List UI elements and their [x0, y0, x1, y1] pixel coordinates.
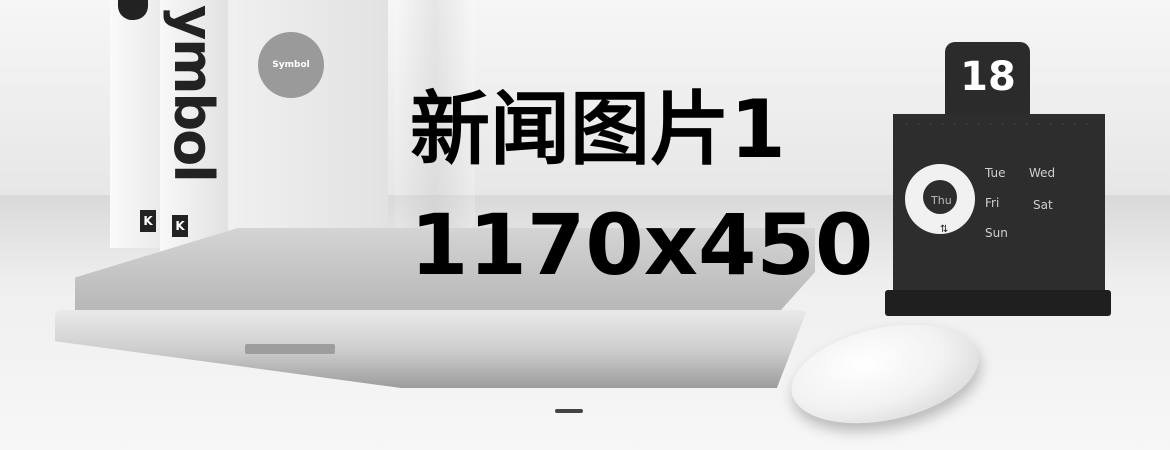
- desk-calendar: 18 · · · · · · · · · · · · · · · · · · ·…: [885, 42, 1111, 316]
- calendar-weekday-thu: Thu: [931, 194, 952, 207]
- calendar-weekday-sun: Sun: [985, 226, 1008, 240]
- calendar-number-strip: · · · · · · · · · · · · · · · · · · · · …: [905, 122, 1095, 128]
- calendar-weekday-fri: Fri: [985, 196, 1000, 210]
- calendar-weekday-sat: Sat: [1033, 198, 1053, 212]
- image-title: 新闻图片1: [410, 83, 786, 176]
- book-spine-title: ymbol: [162, 5, 225, 181]
- calendar-weekday-wed: Wed: [1029, 166, 1056, 180]
- image-dimensions: 1170x450: [410, 196, 874, 294]
- calendar-ring-icon: ⇅: [940, 224, 949, 235]
- calendar-stand: [885, 290, 1111, 316]
- laptop-latch: [245, 344, 335, 354]
- calendar-day-number: 18: [960, 54, 1016, 100]
- calendar-weekday-tue: Tue: [985, 166, 1006, 180]
- laptop-base: [55, 310, 807, 388]
- book-sticker: Symbol: [258, 32, 324, 98]
- news-image-banner: ymbol K K Symbol 18 · · · · · · · · · · …: [0, 0, 1170, 450]
- laptop-indicator-light: [555, 409, 583, 413]
